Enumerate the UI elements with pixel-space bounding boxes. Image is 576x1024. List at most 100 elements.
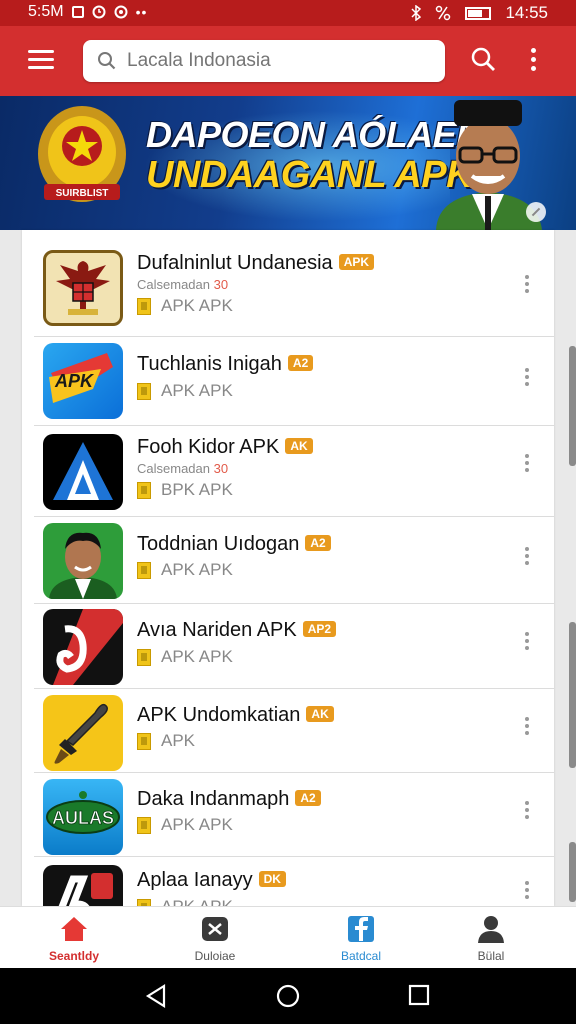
- item-more-icon[interactable]: [525, 368, 531, 389]
- network-icon: [436, 5, 451, 21]
- apk-arrow-icon: APK: [43, 343, 123, 419]
- scrollbar-handle[interactable]: [569, 622, 576, 768]
- atlas-icon-label: AULAS: [52, 808, 114, 828]
- app-meta: APK APK: [161, 560, 233, 579]
- close-box-icon: [202, 917, 228, 941]
- system-navigation: [0, 968, 576, 1024]
- apk-icon-label: APK: [54, 371, 95, 391]
- bottom-navigation: Seantldy Duloiae Batdcal Bülal: [0, 906, 576, 969]
- list-item[interactable]: Fooh Kidor APK AK Calsemadan 30 BPK APK: [22, 426, 554, 517]
- item-more-icon[interactable]: [525, 632, 531, 653]
- item-more-icon[interactable]: [525, 454, 531, 475]
- app-subtitle-mark: 30: [213, 461, 229, 476]
- item-more-icon[interactable]: [525, 801, 531, 822]
- banner-title-line2: UNDAAGANL APK: [146, 154, 474, 196]
- person-icon: [43, 523, 123, 599]
- app-name: Avıa Nariden APK: [137, 619, 297, 641]
- apk-tag-icon: [137, 648, 151, 666]
- item-more-icon[interactable]: [525, 275, 531, 296]
- nav-home[interactable]: Seantldy: [2, 907, 146, 969]
- list-item[interactable]: APK Undomkatian AK APK: [22, 689, 554, 773]
- menu-icon[interactable]: [28, 50, 54, 70]
- red-stripe-icon: [43, 609, 123, 685]
- list-item[interactable]: Dufalninlut Undanesia APK Calsemadan 30 A…: [22, 230, 554, 337]
- battery-icon: [465, 6, 492, 20]
- list-item[interactable]: Aplaa Ianayy DK APK APK: [22, 857, 554, 906]
- list-item[interactable]: APK Tuchlanis Inigah A2 APK APK: [22, 337, 554, 426]
- app-meta: BPK APK: [161, 480, 233, 499]
- app-subtitle: Calsemadan: [137, 277, 210, 292]
- item-more-icon[interactable]: [525, 717, 531, 738]
- app-badge: A2: [305, 535, 331, 551]
- app-subtitle: Calsemadan: [137, 461, 210, 476]
- app-name: Fooh Kidor APK: [137, 436, 280, 458]
- back-icon[interactable]: [144, 984, 168, 1008]
- emblem-text: SUIRBLIST: [56, 188, 109, 199]
- profile-icon: [478, 916, 504, 943]
- facebook-icon: [348, 916, 374, 942]
- nav-label: Bülal: [477, 949, 505, 963]
- atlas-icon: AULAS: [43, 779, 123, 855]
- promo-banner[interactable]: SUIRBLIST DAPOEON AÓLAEN UNDAAGANL APK: [0, 96, 576, 230]
- status-time: 14:55: [505, 3, 548, 22]
- app-subtitle-mark: 30: [213, 277, 229, 292]
- apk-tag-icon: [137, 481, 151, 499]
- home-button-icon[interactable]: [276, 984, 300, 1008]
- black-logo-icon: [43, 865, 123, 906]
- apk-tag-icon: [137, 561, 151, 579]
- app-badge: DK: [258, 871, 286, 887]
- list-item[interactable]: AULAS Daka Indanmaph A2 APK APK: [22, 773, 554, 857]
- app-name: Toddnian Uıdogan: [137, 533, 300, 555]
- search-input[interactable]: [125, 49, 429, 73]
- app-badge: AK: [285, 438, 313, 454]
- status-left-text: 5:5M: [28, 3, 64, 20]
- app-name: Tuchlanis Inigah: [137, 353, 282, 375]
- search-icon: [98, 52, 116, 70]
- toolbar-search-icon[interactable]: [470, 46, 496, 72]
- app-meta: APK APK: [161, 296, 233, 315]
- bluetooth-icon: [411, 5, 422, 21]
- overflow-menu-icon[interactable]: [530, 48, 538, 75]
- app-name: Aplaa Ianayy: [137, 869, 253, 891]
- nav-facebook[interactable]: Batdcal: [289, 907, 433, 969]
- app-badge: AP2: [302, 621, 337, 637]
- banner-close-icon[interactable]: [526, 202, 546, 222]
- list-item[interactable]: Avıa Nariden APK AP2 APK APK: [22, 604, 554, 689]
- nav-label: Seantldy: [48, 949, 99, 963]
- nav-label: Duloiae: [194, 949, 236, 963]
- app-name: APK Undomkatian: [137, 704, 301, 726]
- home-icon: [61, 917, 87, 941]
- list-item[interactable]: Toddnian Uıdogan A2 APK APK: [22, 517, 554, 604]
- nav-close[interactable]: Duloiae: [143, 907, 287, 969]
- blue-a-icon: [43, 434, 123, 510]
- app-meta: APK APK: [161, 647, 233, 666]
- item-more-icon[interactable]: [525, 547, 531, 568]
- recents-icon[interactable]: [408, 984, 430, 1006]
- app-name: Dufalninlut Undanesia: [137, 252, 333, 274]
- clock-icon: [92, 5, 106, 19]
- nav-label: Batdcal: [340, 949, 382, 963]
- app-meta: APK APK: [161, 897, 233, 906]
- apk-tag-icon: [137, 816, 151, 834]
- apk-tag-icon: [137, 382, 151, 400]
- app-badge: APK: [338, 254, 375, 270]
- app-toolbar: [0, 26, 576, 96]
- app-badge: A2: [287, 355, 314, 371]
- app-list: Dufalninlut Undanesia APK Calsemadan 30 A…: [22, 230, 554, 906]
- status-bar: 5:5M •• 14:55: [0, 0, 576, 26]
- scrollbar-handle[interactable]: [569, 842, 576, 902]
- apk-tag-icon: [137, 297, 151, 315]
- app-badge: A2: [295, 790, 321, 806]
- search-bar[interactable]: [83, 40, 445, 82]
- nav-profile[interactable]: Bülal: [419, 907, 563, 969]
- item-more-icon[interactable]: [525, 881, 531, 902]
- garuda-icon: [43, 250, 123, 326]
- app-badge: AK: [306, 706, 334, 722]
- app-meta: APK APK: [161, 815, 233, 834]
- kris-dagger-icon: [43, 695, 123, 771]
- emblem-icon: SUIRBLIST: [38, 106, 126, 202]
- apk-tag-icon: [137, 898, 151, 906]
- sync-icon: [114, 5, 128, 19]
- apk-tag-icon: [137, 732, 151, 750]
- scrollbar-handle[interactable]: [569, 346, 576, 466]
